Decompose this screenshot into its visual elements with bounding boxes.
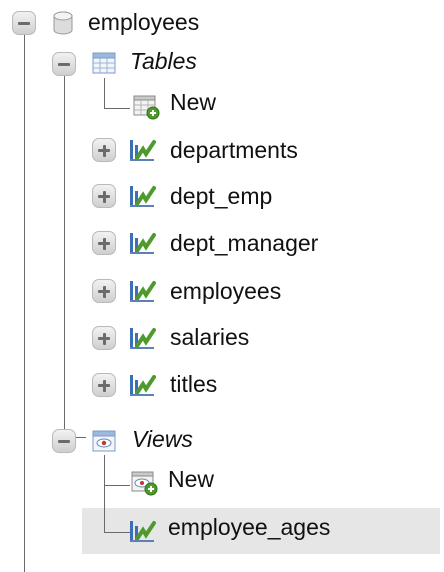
database-label[interactable]: employees (88, 8, 199, 36)
view-icon (130, 521, 156, 542)
expand-table-toggle[interactable] (92, 231, 116, 255)
tree-line-db (64, 76, 65, 438)
table-label[interactable]: dept_emp (170, 182, 272, 210)
table-icon (130, 281, 156, 302)
tree-branch-tables-new (104, 108, 130, 109)
new-table-icon (133, 95, 160, 120)
table-icon (130, 233, 156, 254)
expand-table-toggle[interactable] (92, 184, 116, 208)
table-icon (130, 375, 156, 396)
tree-branch-views-item (104, 532, 130, 533)
expand-table-toggle[interactable] (92, 279, 116, 303)
expand-table-toggle[interactable] (92, 373, 116, 397)
views-folder-icon (92, 430, 116, 452)
table-icon (130, 328, 156, 349)
tree-branch-views-new (104, 485, 130, 486)
collapse-database-toggle[interactable] (12, 11, 36, 35)
table-label[interactable]: employees (170, 277, 281, 305)
table-icon (130, 186, 156, 207)
collapse-views-toggle[interactable] (52, 429, 76, 453)
views-group-label[interactable]: Views (132, 425, 193, 453)
tree-line-views (104, 455, 105, 533)
tables-folder-icon (92, 52, 116, 74)
tree-line-root (24, 34, 25, 572)
table-label[interactable]: salaries (170, 323, 249, 351)
tables-new-label[interactable]: New (170, 88, 216, 116)
table-label[interactable]: dept_manager (170, 229, 318, 257)
table-label[interactable]: departments (170, 136, 298, 164)
expand-table-toggle[interactable] (92, 138, 116, 162)
tables-group-label[interactable]: Tables (130, 47, 197, 75)
view-label[interactable]: employee_ages (168, 513, 330, 541)
collapse-tables-toggle[interactable] (52, 52, 76, 76)
database-icon (53, 11, 73, 35)
expand-table-toggle[interactable] (92, 326, 116, 350)
new-view-icon (131, 471, 158, 496)
table-icon (130, 140, 156, 161)
tree-line-tables-new (104, 78, 105, 108)
views-new-label[interactable]: New (168, 465, 214, 493)
table-label[interactable]: titles (170, 370, 217, 398)
